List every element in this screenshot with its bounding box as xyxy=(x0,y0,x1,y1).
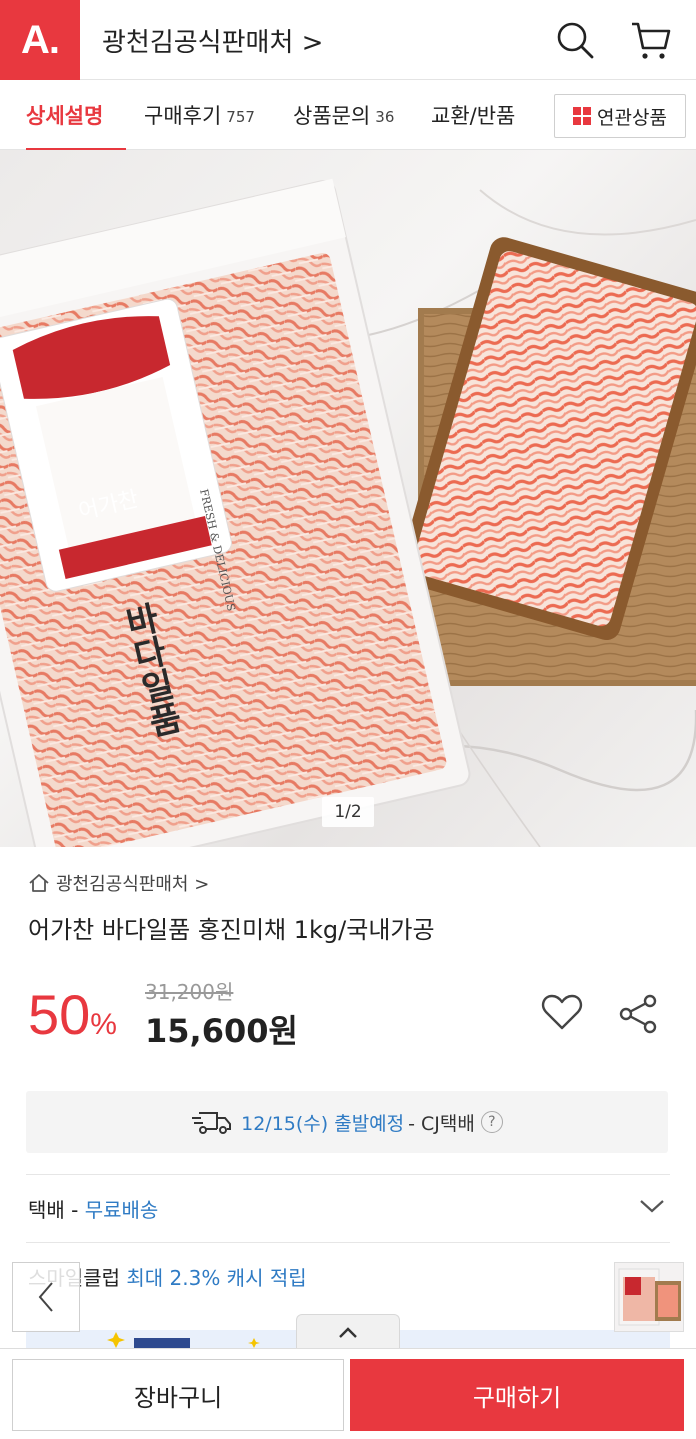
app-header: A. 광천김공식판매처 > xyxy=(0,0,696,80)
breadcrumb-store: 광천김공식판매처 > xyxy=(56,874,210,895)
original-price: 31,200원 xyxy=(145,980,234,1004)
collapse-tab[interactable] xyxy=(296,1314,400,1350)
ship-date: 12/15(수) 출발예정 xyxy=(241,1112,405,1135)
breadcrumb[interactable]: 광천김공식판매처 > xyxy=(28,870,209,896)
related-label: 연관상품 xyxy=(597,106,667,129)
discount-unit: % xyxy=(90,1008,117,1041)
tab-label: 상세설명 xyxy=(26,104,104,128)
ship-carrier: - CJ택배 xyxy=(408,1112,475,1135)
product-thumbnail[interactable] xyxy=(614,1262,684,1332)
club-value: 최대 2.3% 캐시 적립 xyxy=(126,1266,307,1290)
related-products-button[interactable]: 연관상품 xyxy=(554,94,686,138)
store-name-link[interactable]: 광천김공식판매처 > xyxy=(102,22,323,59)
add-to-cart-button[interactable]: 장바구니 xyxy=(12,1359,344,1431)
discount-value: 50 xyxy=(28,983,91,1046)
product-image-carousel[interactable]: 어가찬 바다일품 FRESH & DELICIOUS xyxy=(0,150,696,847)
delivery-value: 무료배송 xyxy=(84,1198,159,1222)
chevron-left-icon xyxy=(38,1282,53,1312)
share-icon[interactable] xyxy=(616,992,660,1036)
app-logo[interactable]: A. xyxy=(0,0,80,80)
tab-detail[interactable]: 상세설명 xyxy=(26,80,126,151)
help-icon[interactable]: ? xyxy=(480,1111,503,1133)
tab-label: 교환/반품 xyxy=(431,104,516,128)
heart-icon[interactable] xyxy=(540,992,584,1032)
product-page: A. 광천김공식판매처 > 상세설명 구매후기 757 상품문의 36 교환/반… xyxy=(0,0,696,1439)
sale-price: 15,600원 xyxy=(145,1012,298,1050)
tab-exchange-return[interactable]: 교환/반품 xyxy=(431,80,515,150)
image-counter: 1/2 xyxy=(322,797,374,827)
chevron-up-icon xyxy=(339,1326,357,1338)
divider xyxy=(26,1174,670,1175)
delivery-label: 택배 - xyxy=(28,1198,79,1222)
search-icon[interactable] xyxy=(553,18,597,62)
tab-reviews[interactable]: 구매후기 757 xyxy=(144,80,255,150)
divider xyxy=(26,1242,670,1243)
product-title: 어가찬 바다일품 홍진미채 1kg/국내가공 xyxy=(28,916,435,944)
buy-now-button[interactable]: 구매하기 xyxy=(350,1359,684,1431)
previous-button[interactable] xyxy=(12,1262,80,1332)
thumbnail-image xyxy=(618,1268,681,1326)
product-photo: 어가찬 바다일품 FRESH & DELICIOUS xyxy=(0,178,696,847)
grid-icon xyxy=(573,107,592,125)
bottom-action-bar: 장바구니 구매하기 xyxy=(0,1348,696,1439)
home-icon xyxy=(29,874,49,892)
tab-label: 상품문의 xyxy=(293,104,371,128)
tab-label: 구매후기 xyxy=(144,104,222,128)
tab-count: 757 xyxy=(226,107,255,126)
cart-icon[interactable] xyxy=(628,18,672,62)
chevron-down-icon[interactable] xyxy=(638,1196,666,1216)
truck-icon xyxy=(192,1112,232,1134)
delivery-option[interactable]: 택배 - 무료배송 xyxy=(28,1194,158,1223)
tab-qna[interactable]: 상품문의 36 xyxy=(293,80,394,150)
discount-rate: 50% xyxy=(28,985,117,1055)
tab-count: 36 xyxy=(375,107,395,126)
shipping-info: 12/15(수) 출발예정 - CJ택배 ? xyxy=(26,1091,668,1153)
